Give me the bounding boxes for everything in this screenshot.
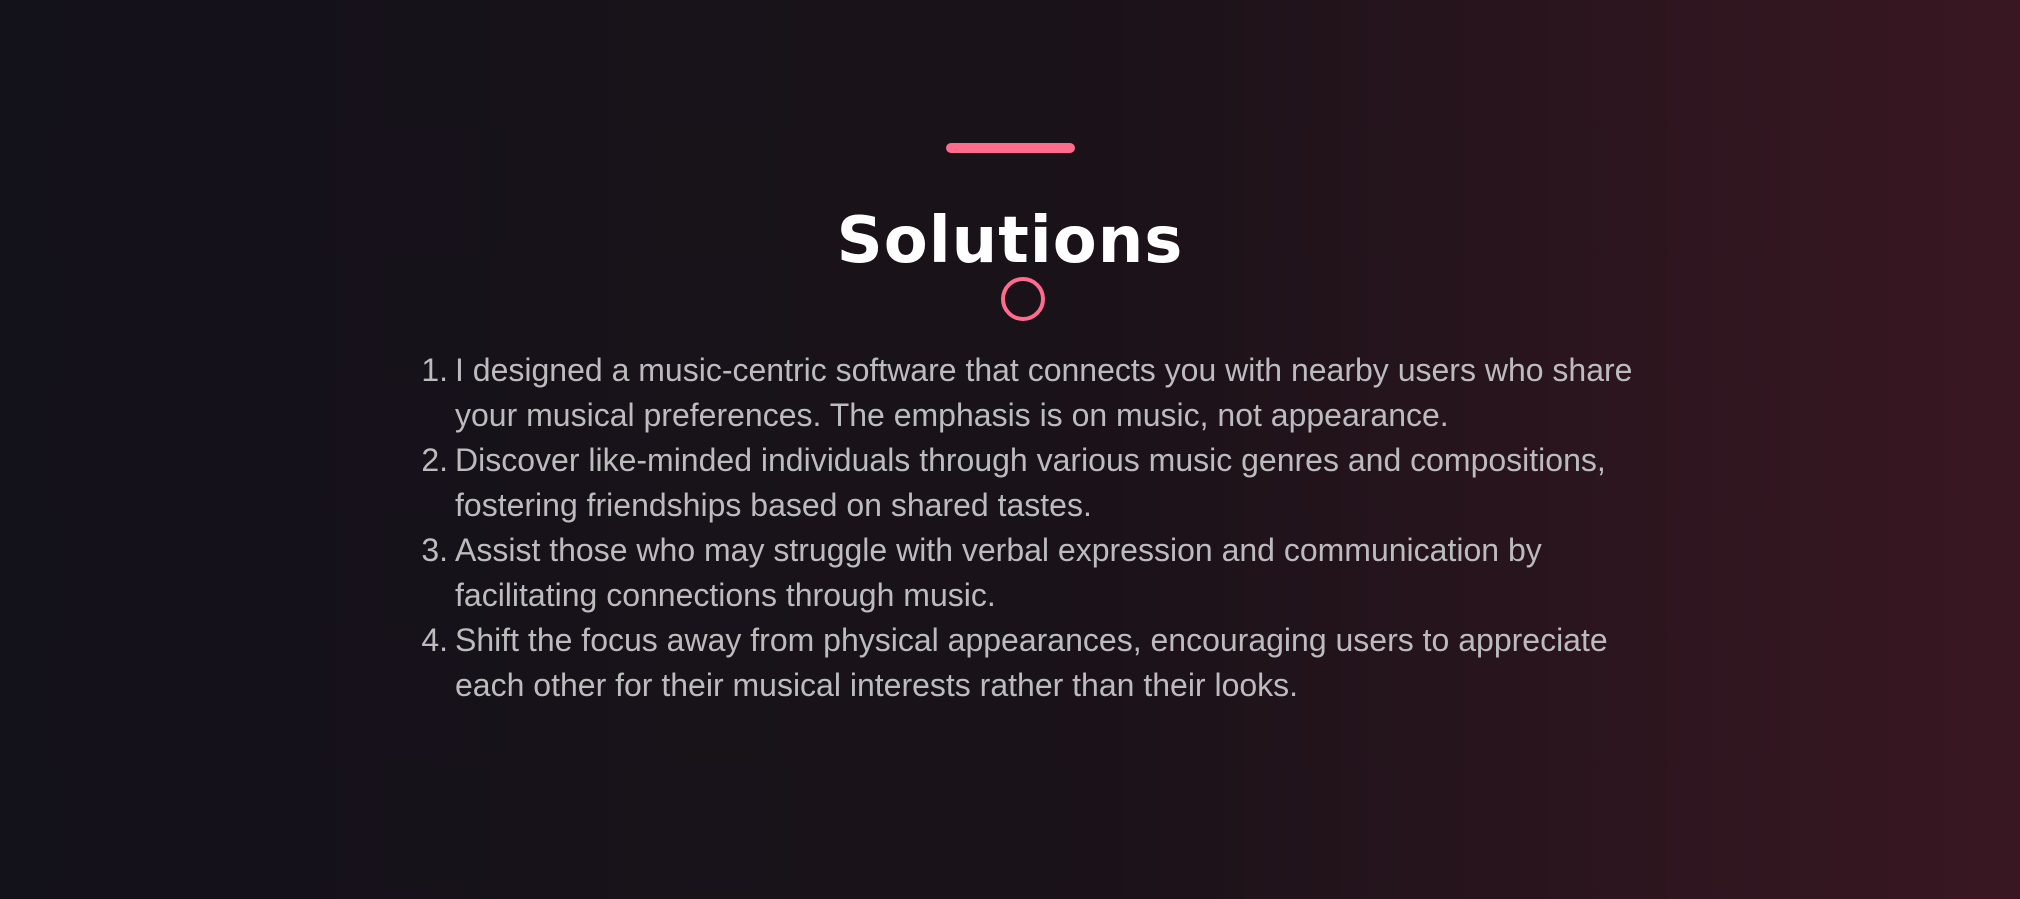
solution-number-3: 3. — [421, 532, 448, 568]
solution-number-4: 4. — [421, 622, 448, 658]
ring-icon — [1001, 277, 1045, 321]
solution-number-1: 1. — [421, 352, 448, 388]
title-accent-bar — [946, 143, 1075, 153]
solution-text-1: I designed a music-centric software that… — [455, 352, 1633, 433]
solution-number-2: 2. — [421, 442, 448, 478]
solutions-list: 1. I designed a music-centric software t… — [421, 348, 1635, 708]
solution-item-1: 1. I designed a music-centric software t… — [421, 348, 1635, 438]
solution-item-2: 2. Discover like-minded individuals thro… — [421, 438, 1635, 528]
solution-item-3: 3. Assist those who may struggle with ve… — [421, 528, 1635, 618]
solution-item-4: 4. Shift the focus away from physical ap… — [421, 618, 1635, 708]
solution-text-4: Shift the focus away from physical appea… — [455, 622, 1608, 703]
solution-text-2: Discover like-minded individuals through… — [455, 442, 1606, 523]
solution-text-3: Assist those who may struggle with verba… — [455, 532, 1542, 613]
solutions-section: Solutions 1. I designed a music-centric … — [0, 0, 2020, 899]
section-title: Solutions — [836, 203, 1184, 278]
